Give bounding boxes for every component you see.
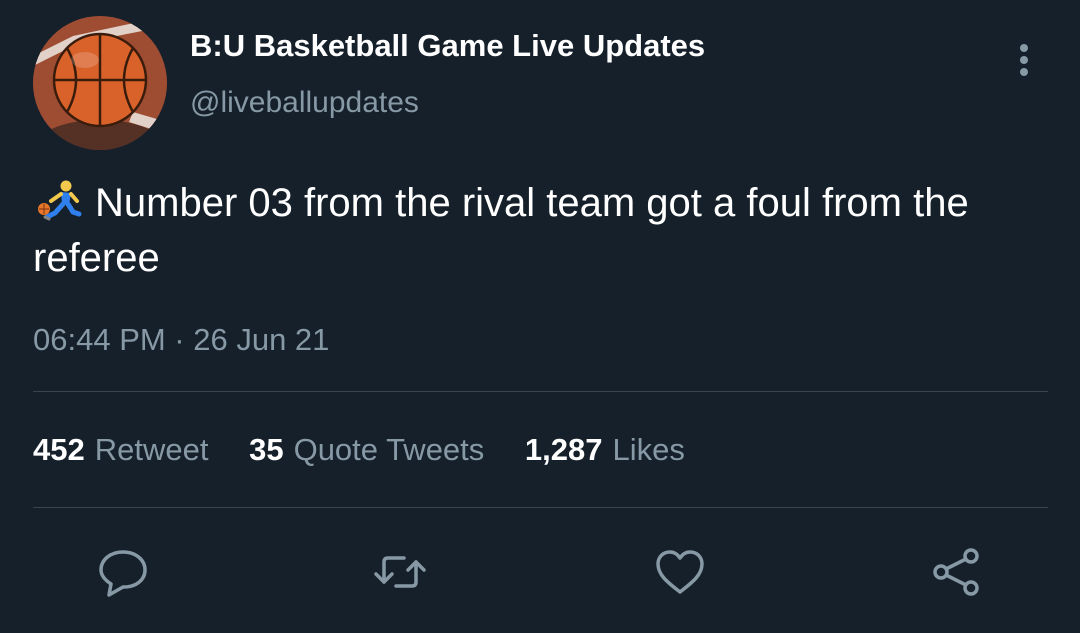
tweet-text: Number 03 from the rival team got a foul… (33, 176, 1023, 286)
user-handle[interactable]: @liveballupdates (190, 86, 419, 120)
reply-icon[interactable] (93, 544, 153, 600)
basketball-avatar-icon (33, 16, 167, 150)
like-icon[interactable] (650, 544, 710, 600)
retweet-count-label: Retweet (94, 432, 209, 467)
more-vertical-icon[interactable] (1011, 40, 1037, 82)
retweet-count: 452 (33, 432, 85, 467)
likes-count: 1,287 (524, 432, 603, 467)
divider (33, 391, 1048, 392)
likes-count-label: Likes (612, 432, 685, 467)
share-icon[interactable] (927, 544, 987, 600)
tweet-text-content: Number 03 from the rival team got a foul… (33, 181, 969, 280)
divider (33, 507, 1048, 508)
retweet-count-link[interactable]: 452 Retweet (33, 432, 208, 468)
quote-tweet-count: 35 (249, 432, 284, 467)
likes-count-link[interactable]: 1,287 Likes (525, 432, 685, 468)
retweet-icon[interactable] (370, 544, 430, 600)
tweet-timestamp[interactable]: 06:44 PM · 26 Jun 21 (33, 322, 329, 358)
person-bouncing-ball-emoji-icon (33, 179, 83, 221)
quote-tweet-count-link[interactable]: 35 Quote Tweets (249, 432, 484, 468)
quote-tweet-count-label: Quote Tweets (293, 432, 485, 467)
display-name[interactable]: B:U Basketball Game Live Updates (190, 28, 705, 64)
tweet-stats: 452 Retweet 35 Quote Tweets 1,287 Likes (33, 432, 717, 468)
avatar[interactable] (33, 16, 167, 150)
